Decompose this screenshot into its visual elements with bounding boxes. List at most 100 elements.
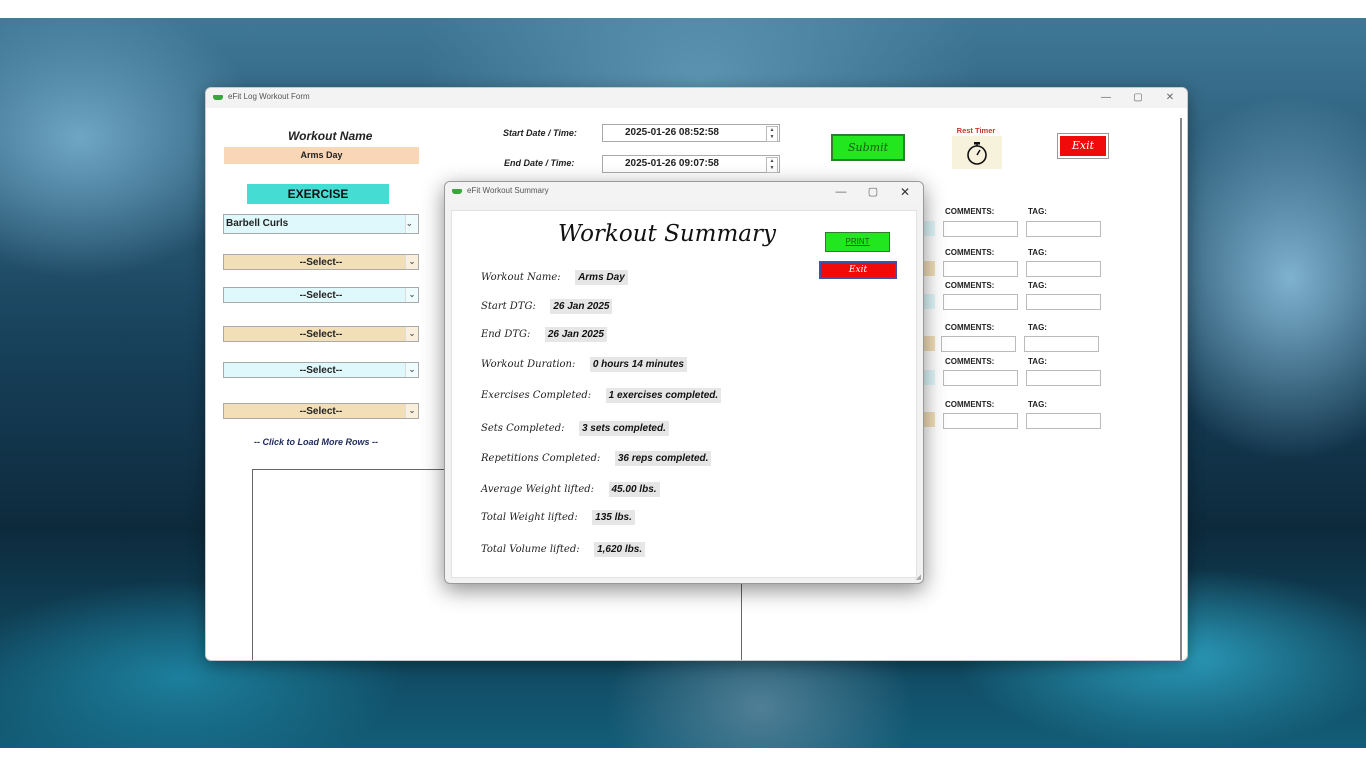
print-button[interactable]: PRINT xyxy=(825,232,890,252)
comments-label-3: COMMENTS: xyxy=(945,281,995,290)
summary-row-label: Start DTG: xyxy=(481,301,536,313)
submit-button[interactable]: Submit xyxy=(831,134,905,161)
summary-row-value: 1 exercises completed. xyxy=(605,388,722,404)
end-spin-arrows[interactable]: ▲ ▼ xyxy=(766,157,778,173)
summary-panel: Workout Summary PRINT Exit Workout Name:… xyxy=(451,210,917,578)
comments-label-2: COMMENTS: xyxy=(945,248,995,257)
tag-label-4: TAG: xyxy=(1028,323,1047,332)
scrollbar[interactable] xyxy=(1180,118,1182,660)
summary-row: Total Weight lifted: 135 lbs. xyxy=(481,509,635,527)
summary-row-value: 36 reps completed. xyxy=(614,451,712,467)
tag-label-6: TAG: xyxy=(1028,400,1047,409)
tag-label-2: TAG: xyxy=(1028,248,1047,257)
exercise-select-4[interactable]: --Select-- ⌄ xyxy=(223,326,419,342)
exercise-select-1-value: Barbell Curls xyxy=(226,218,289,229)
exercise-header: EXERCISE xyxy=(247,184,389,204)
chevron-down-icon: ⌄ xyxy=(405,404,418,418)
exercise-select-6[interactable]: --Select-- ⌄ xyxy=(223,403,419,419)
main-titlebar: eFit Log Workout Form — ▢ ✕ xyxy=(206,88,1187,108)
comments-field-6[interactable] xyxy=(943,413,1018,429)
exercise-select-4-value: --Select-- xyxy=(299,329,343,340)
start-datetime-label: Start Date / Time: xyxy=(503,128,577,138)
summary-row: Sets Completed: 3 sets completed. xyxy=(481,420,669,438)
summary-row-value: 3 sets completed. xyxy=(578,421,669,437)
workout-name-field[interactable]: Arms Day xyxy=(224,147,419,164)
summary-row-label: Workout Name: xyxy=(481,272,561,284)
comments-label-1: COMMENTS: xyxy=(945,207,995,216)
comments-field-5[interactable] xyxy=(943,370,1018,386)
load-more-rows-link[interactable]: -- Click to Load More Rows -- xyxy=(254,437,378,447)
comments-field-3[interactable] xyxy=(943,294,1018,310)
summary-row-label: Total Volume lifted: xyxy=(481,544,580,556)
summary-titlebar: eFit Workout Summary — ▢ ✕ xyxy=(445,182,923,202)
tag-field-1[interactable] xyxy=(1026,221,1101,237)
end-datetime-label: End Date / Time: xyxy=(504,158,575,168)
summary-row-value: 1,620 lbs. xyxy=(594,542,646,558)
summary-row-label: Exercises Completed: xyxy=(481,390,592,402)
summary-row-value: 45.00 lbs. xyxy=(608,482,660,498)
summary-row-label: Workout Duration: xyxy=(481,359,576,371)
summary-row-value: 26 Jan 2025 xyxy=(550,299,613,315)
comments-label-6: COMMENTS: xyxy=(945,400,995,409)
summary-row: Average Weight lifted: 45.00 lbs. xyxy=(481,481,660,499)
exercise-select-2-value: --Select-- xyxy=(299,257,343,268)
chevron-down-icon: ⌄ xyxy=(405,363,418,377)
summary-row-label: Total Weight lifted: xyxy=(481,512,578,524)
tag-field-2[interactable] xyxy=(1026,261,1101,277)
summary-row: Start DTG: 26 Jan 2025 xyxy=(481,298,613,316)
start-datetime-picker[interactable]: 2025-01-26 08:52:58 ▲ ▼ xyxy=(602,124,780,142)
start-spin-arrows[interactable]: ▲ ▼ xyxy=(766,126,778,142)
summary-row: Total Volume lifted: 1,620 lbs. xyxy=(481,541,646,559)
tag-field-5[interactable] xyxy=(1026,370,1101,386)
summary-heading: Workout Summary xyxy=(558,221,776,247)
end-datetime-value: 2025-01-26 09:07:58 xyxy=(625,158,719,169)
summary-row-label: Average Weight lifted: xyxy=(481,484,595,496)
comments-label-5: COMMENTS: xyxy=(945,357,995,366)
summary-row: Workout Name: Arms Day xyxy=(481,269,628,287)
summary-row: End DTG: 26 Jan 2025 xyxy=(481,326,607,344)
exit-button[interactable]: Exit xyxy=(1057,133,1109,159)
exercise-select-3-value: --Select-- xyxy=(299,290,343,301)
minimize-button[interactable]: — xyxy=(1091,89,1121,107)
summary-row-value: Arms Day xyxy=(575,270,628,286)
summary-row-value: 26 Jan 2025 xyxy=(544,327,607,343)
app-icon xyxy=(213,95,223,100)
summary-row: Workout Duration: 0 hours 14 minutes xyxy=(481,356,687,374)
workout-name-label: Workout Name xyxy=(288,129,373,143)
comments-field-2[interactable] xyxy=(943,261,1018,277)
stopwatch-icon xyxy=(967,142,987,165)
maximize-button[interactable]: ▢ xyxy=(858,183,888,201)
summary-row: Exercises Completed: 1 exercises complet… xyxy=(481,387,722,405)
summary-row-label: Sets Completed: xyxy=(481,423,565,435)
comments-field-4[interactable] xyxy=(941,336,1016,352)
summary-exit-button[interactable]: Exit xyxy=(819,261,897,279)
exercise-select-5[interactable]: --Select-- ⌄ xyxy=(223,362,419,378)
close-button[interactable]: ✕ xyxy=(890,183,920,201)
comments-label-4: COMMENTS: xyxy=(945,323,995,332)
summary-row-value: 0 hours 14 minutes xyxy=(589,357,687,373)
summary-row: Repetitions Completed: 36 reps completed… xyxy=(481,450,712,468)
tag-field-4[interactable] xyxy=(1024,336,1099,352)
exercise-select-1[interactable]: Barbell Curls ⌄ xyxy=(223,214,419,234)
rest-timer-button[interactable] xyxy=(952,136,1002,169)
main-window-title: eFit Log Workout Form xyxy=(228,92,310,101)
summary-window-title: eFit Workout Summary xyxy=(467,186,549,195)
comments-field-1[interactable] xyxy=(943,221,1018,237)
end-datetime-picker[interactable]: 2025-01-26 09:07:58 ▲ ▼ xyxy=(602,155,780,173)
workout-summary-dialog: eFit Workout Summary — ▢ ✕ Workout Summa… xyxy=(444,181,924,584)
resize-grip[interactable]: ◢ xyxy=(916,573,921,581)
minimize-button[interactable]: — xyxy=(826,183,856,201)
maximize-button[interactable]: ▢ xyxy=(1123,89,1153,107)
summary-row-value: 135 lbs. xyxy=(592,510,635,526)
tag-label-1: TAG: xyxy=(1028,207,1047,216)
tag-field-3[interactable] xyxy=(1026,294,1101,310)
summary-row-label: End DTG: xyxy=(481,329,531,341)
close-button[interactable]: ✕ xyxy=(1155,89,1185,107)
exercise-select-3[interactable]: --Select-- ⌄ xyxy=(223,287,419,303)
tag-field-6[interactable] xyxy=(1026,413,1101,429)
tag-label-5: TAG: xyxy=(1028,357,1047,366)
exercise-select-6-value: --Select-- xyxy=(299,406,343,417)
exercise-select-2[interactable]: --Select-- ⌄ xyxy=(223,254,419,270)
chevron-down-icon: ⌄ xyxy=(405,327,418,341)
rest-timer-label: Rest Timer xyxy=(956,126,996,135)
